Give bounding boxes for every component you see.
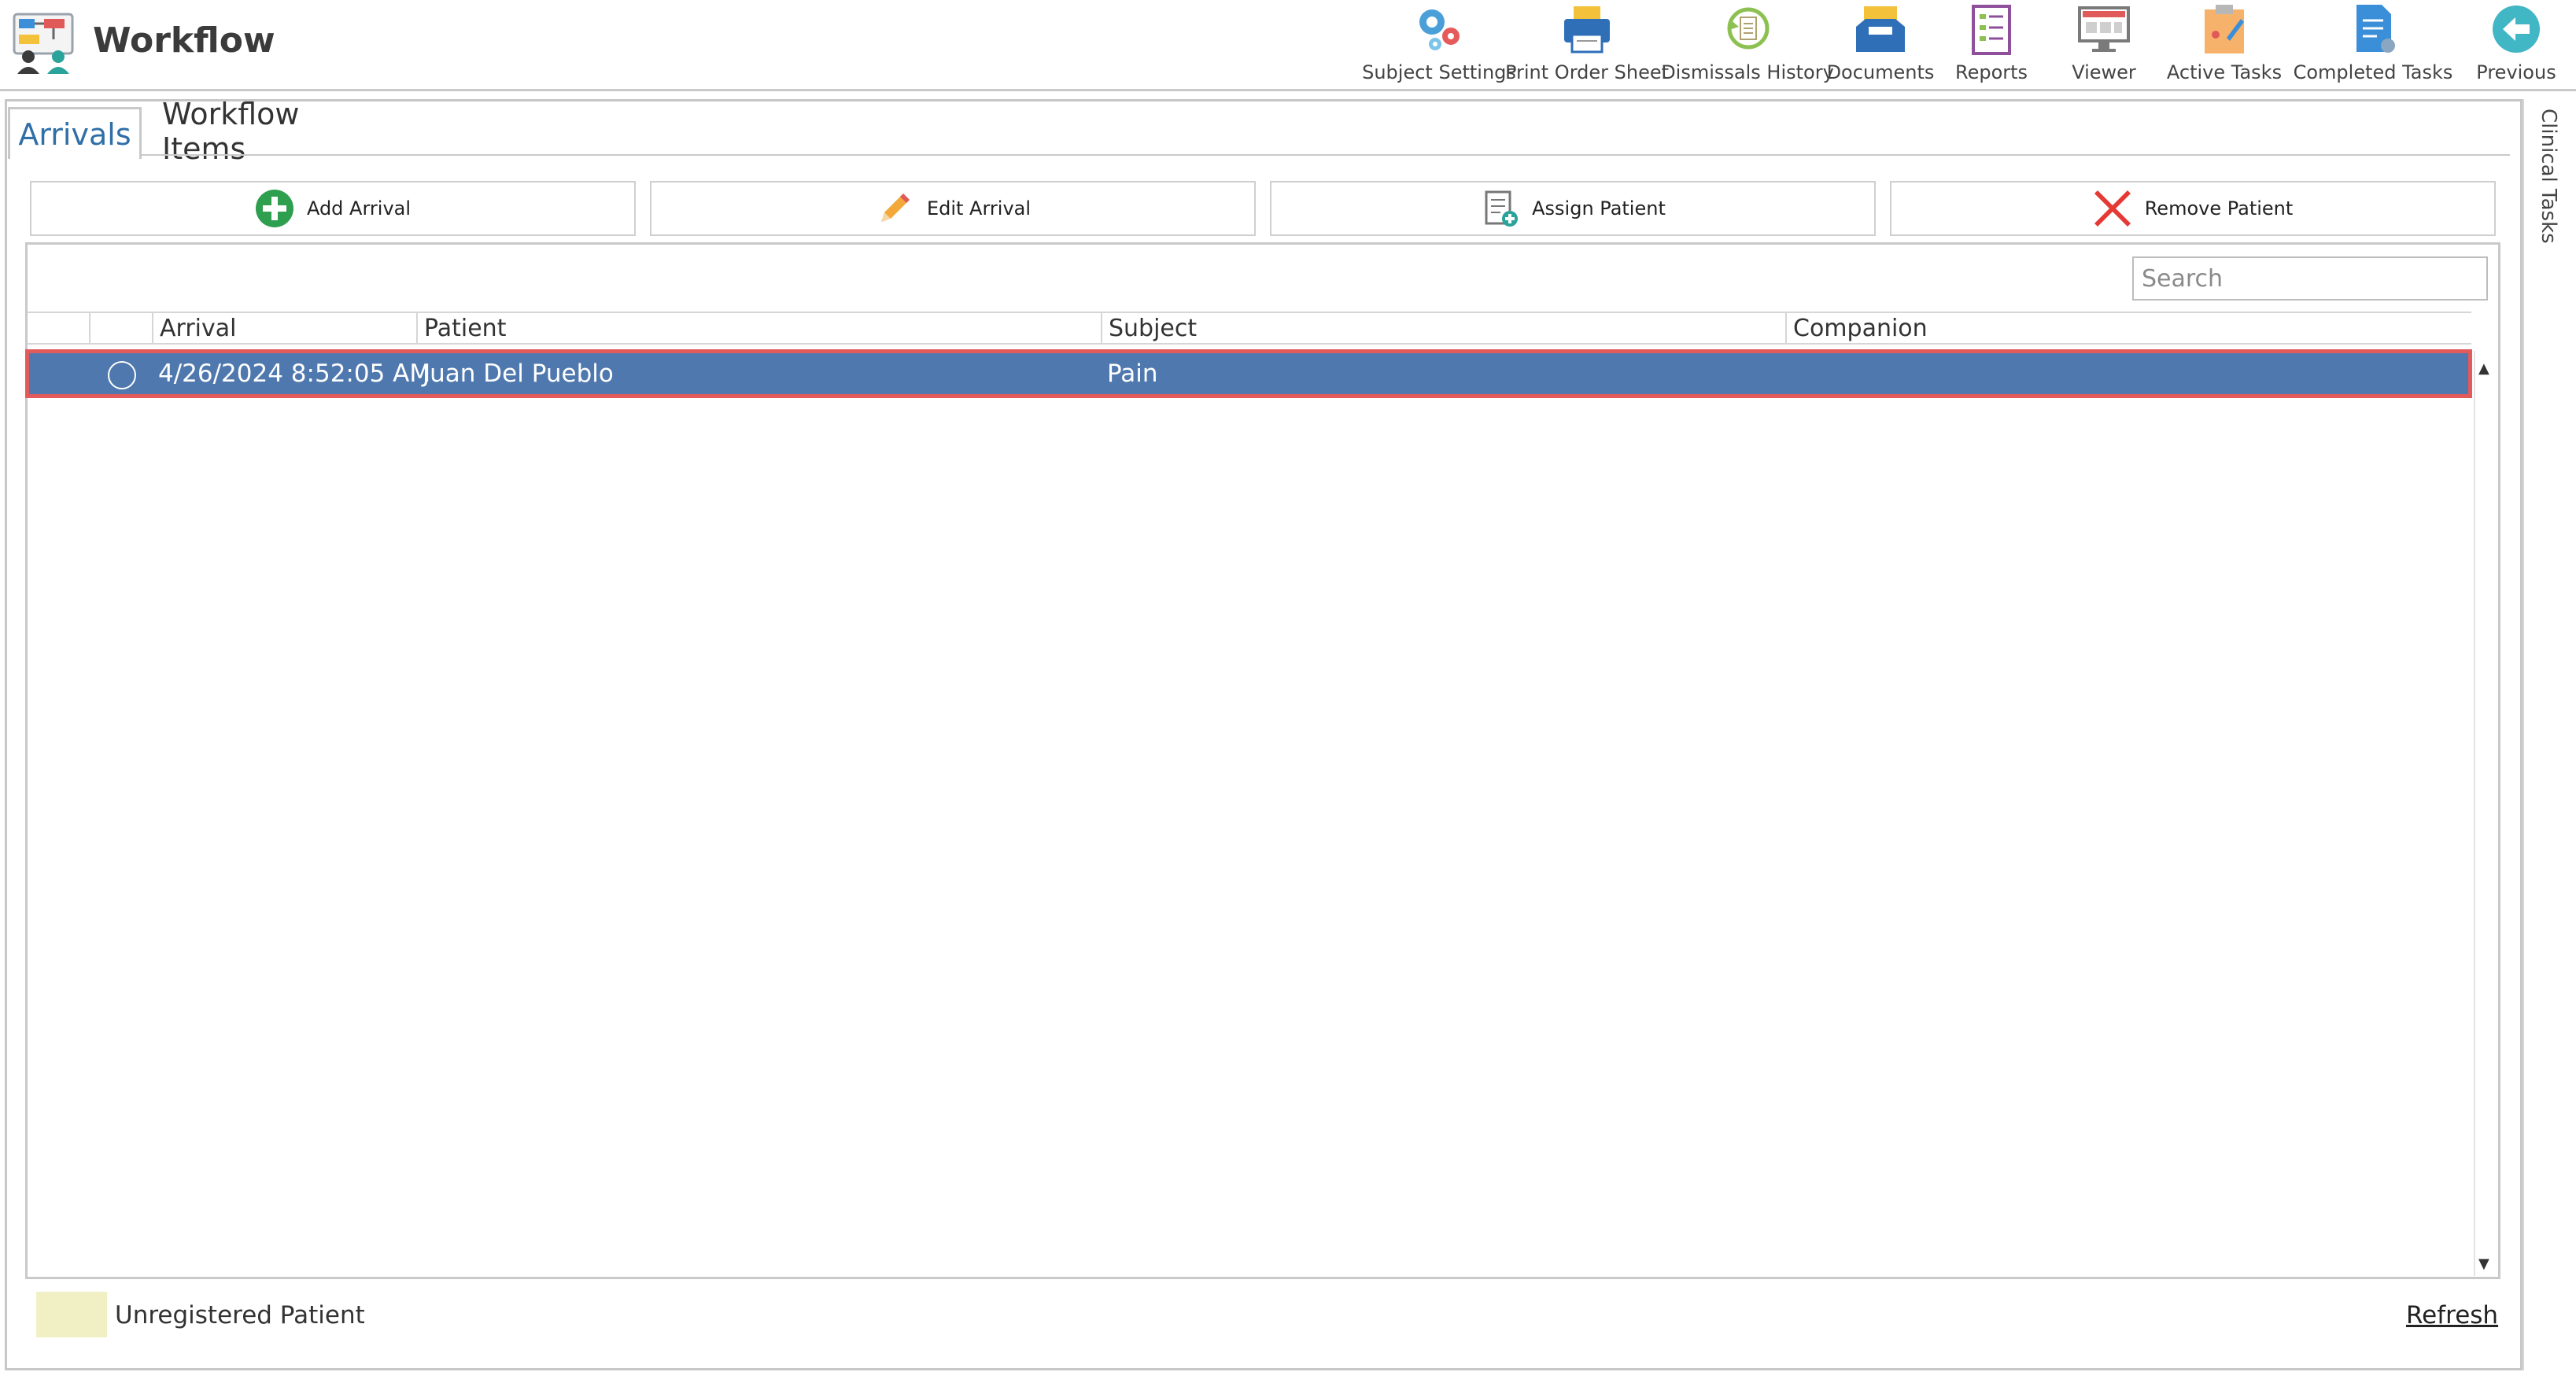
monitor-icon bbox=[2074, 0, 2134, 58]
active-tasks-label: Active Tasks bbox=[2166, 61, 2283, 83]
tab-divider bbox=[142, 154, 2510, 156]
inbox-tray-icon bbox=[1851, 0, 1910, 58]
unregistered-legend-swatch bbox=[36, 1292, 107, 1337]
previous-button[interactable]: Previous bbox=[2467, 0, 2565, 88]
add-arrival-button[interactable]: Add Arrival bbox=[30, 181, 636, 236]
row-subject-cell: Pain bbox=[1107, 360, 1158, 388]
column-status[interactable] bbox=[89, 313, 152, 343]
app-header: Workflow Subject Settings Print Order Sh… bbox=[0, 0, 2576, 91]
table-row[interactable]: 4/26/2024 8:52:05 AM Juan Del Pueblo Pai… bbox=[25, 349, 2472, 398]
scroll-down-icon[interactable]: ▼ bbox=[2478, 1256, 2489, 1272]
viewer-label: Viewer bbox=[2072, 61, 2136, 83]
plus-circle-icon bbox=[255, 189, 294, 228]
subject-settings-label: Subject Settings bbox=[1362, 61, 1516, 83]
completed-tasks-button[interactable]: Completed Tasks bbox=[2293, 0, 2453, 88]
pencil-icon bbox=[875, 189, 914, 228]
assign-patient-label: Assign Patient bbox=[1532, 197, 1666, 219]
tab-arrivals[interactable]: Arrivals bbox=[8, 107, 142, 159]
assign-patient-button[interactable]: Assign Patient bbox=[1270, 181, 1876, 236]
remove-patient-label: Remove Patient bbox=[2144, 197, 2294, 219]
dismissals-history-button[interactable]: Dismissals History bbox=[1661, 0, 1834, 88]
document-check-icon bbox=[2343, 0, 2403, 58]
column-indicator[interactable] bbox=[28, 313, 89, 343]
column-companion[interactable]: Companion bbox=[1785, 313, 2471, 343]
dismissals-history-label: Dismissals History bbox=[1661, 61, 1834, 83]
printer-icon bbox=[1557, 0, 1617, 58]
completed-tasks-label: Completed Tasks bbox=[2293, 61, 2453, 83]
vertical-scrollbar[interactable] bbox=[2474, 351, 2499, 1276]
active-tasks-button[interactable]: Active Tasks bbox=[2165, 0, 2283, 88]
refresh-link[interactable]: Refresh bbox=[2406, 1301, 2498, 1330]
edit-arrival-button[interactable]: Edit Arrival bbox=[650, 181, 1256, 236]
remove-patient-button[interactable]: Remove Patient bbox=[1890, 181, 2496, 236]
print-order-sheet-button[interactable]: Print Order Sheet bbox=[1505, 0, 1669, 88]
clipboard-icon bbox=[2194, 0, 2254, 58]
edit-arrival-label: Edit Arrival bbox=[926, 197, 1032, 219]
viewer-button[interactable]: Viewer bbox=[2057, 0, 2151, 88]
documents-button[interactable]: Documents bbox=[1825, 0, 1936, 88]
previous-label: Previous bbox=[2476, 61, 2556, 83]
scroll-up-icon[interactable]: ▲ bbox=[2478, 360, 2489, 377]
table-header: Arrival Patient Subject Companion bbox=[28, 312, 2471, 345]
page-title: Workflow bbox=[93, 20, 275, 61]
add-arrival-label: Add Arrival bbox=[306, 197, 411, 219]
column-arrival[interactable]: Arrival bbox=[152, 313, 416, 343]
clinical-tasks-tab[interactable]: Clinical Tasks bbox=[2537, 109, 2560, 244]
history-icon bbox=[1718, 0, 1777, 58]
assign-document-icon bbox=[1480, 189, 1519, 228]
column-patient[interactable]: Patient bbox=[416, 313, 1101, 343]
red-x-icon bbox=[2093, 189, 2132, 228]
documents-label: Documents bbox=[1826, 61, 1935, 83]
gears-icon bbox=[1409, 0, 1469, 58]
subject-settings-button[interactable]: Subject Settings bbox=[1362, 0, 1516, 88]
print-order-sheet-label: Print Order Sheet bbox=[1504, 61, 1670, 83]
column-subject[interactable]: Subject bbox=[1101, 313, 1785, 343]
workflow-app-icon bbox=[13, 11, 77, 76]
reports-label: Reports bbox=[1954, 61, 2028, 83]
row-patient-cell: Juan Del Pueblo bbox=[423, 360, 614, 388]
row-radio-circle-icon[interactable] bbox=[108, 361, 136, 389]
search-input[interactable] bbox=[2132, 256, 2488, 301]
row-arrival-cell: 4/26/2024 8:52:05 AM bbox=[158, 360, 431, 388]
report-icon bbox=[1962, 0, 2021, 58]
unregistered-legend-label: Unregistered Patient bbox=[115, 1301, 365, 1330]
reports-button[interactable]: Reports bbox=[1940, 0, 2043, 88]
tab-workflow-items[interactable]: Workflow Items bbox=[162, 97, 300, 166]
back-arrow-icon bbox=[2486, 0, 2546, 58]
clinical-tasks-panel[interactable] bbox=[2522, 99, 2576, 1370]
